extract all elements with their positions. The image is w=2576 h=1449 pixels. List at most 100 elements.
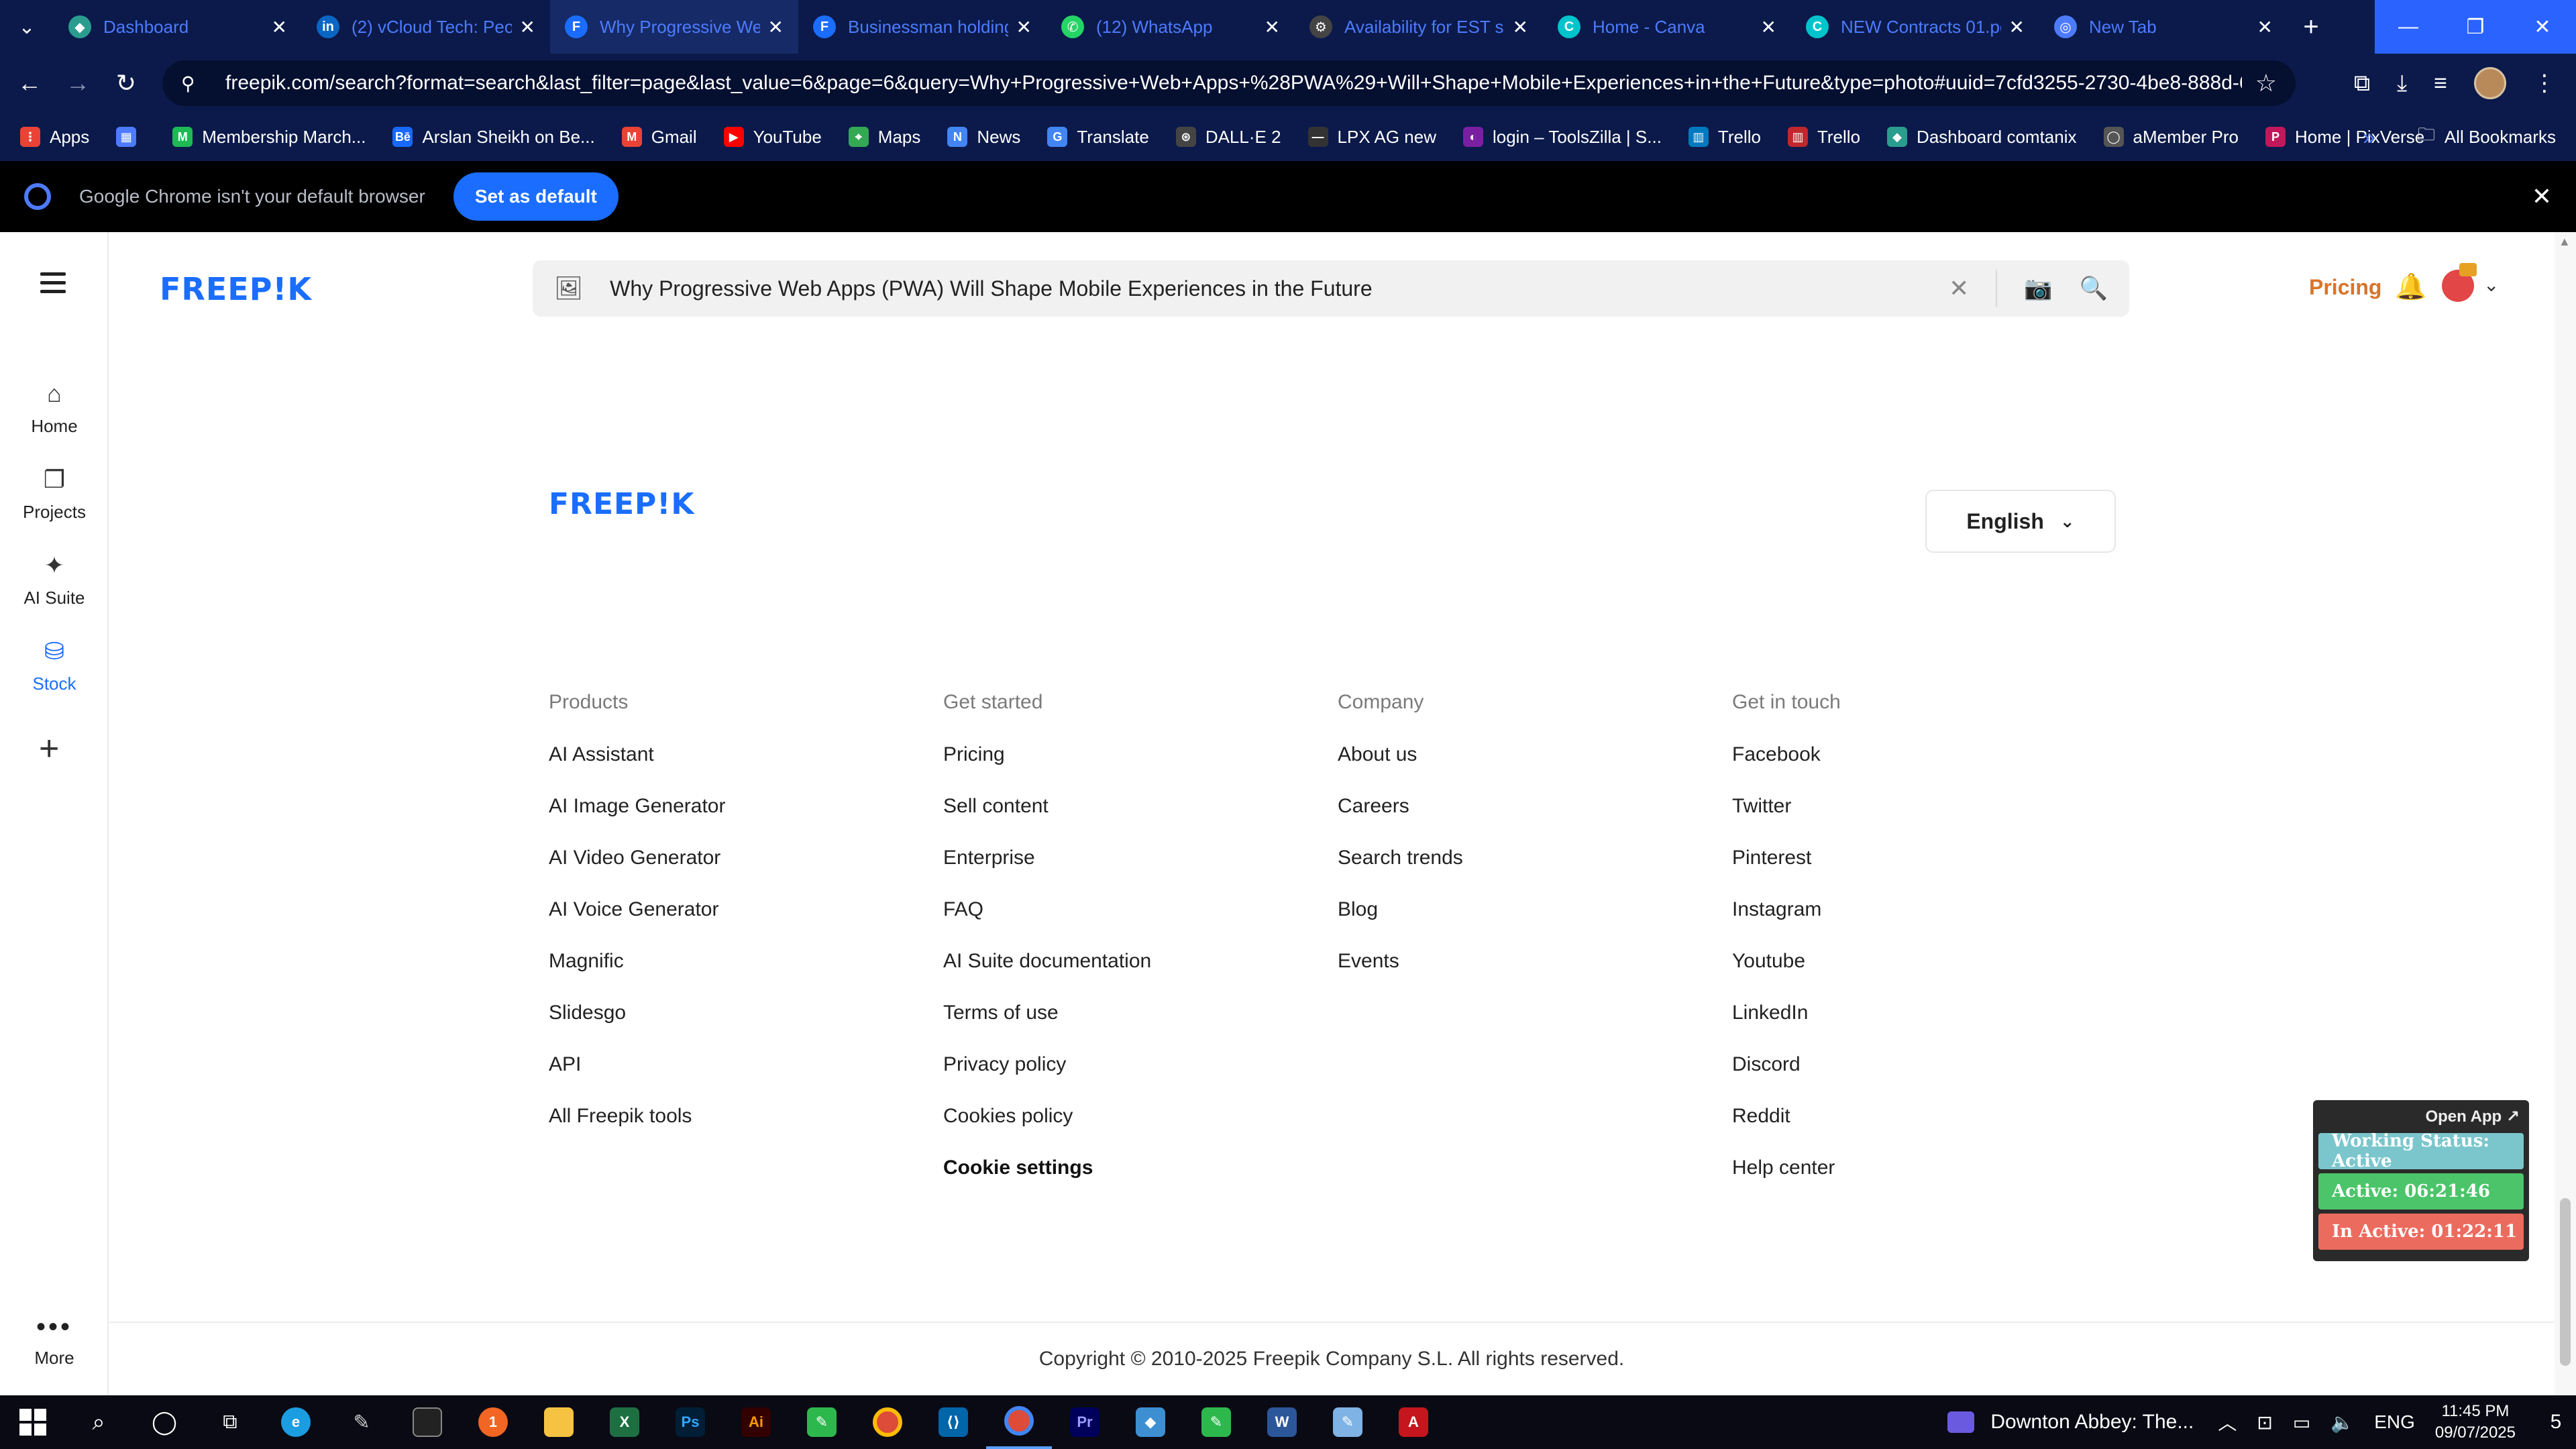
footer-link[interactable]: Blog <box>1338 898 1463 950</box>
bookmark-item[interactable]: ◐ login – ToolsZilla | S... <box>1462 127 1662 148</box>
bookmark-item[interactable]: ▥ Trello <box>1688 127 1761 148</box>
browser-tab[interactable]: C Home - Canva ✕ <box>1543 0 1791 54</box>
pricing-link[interactable]: Pricing <box>2309 275 2381 300</box>
menu-icon[interactable] <box>40 272 66 299</box>
set-default-button[interactable]: Set as default <box>453 172 619 221</box>
sidebar-more[interactable]: ••• More <box>0 1312 109 1368</box>
bookmarks-overflow-icon[interactable]: » <box>2363 125 2375 150</box>
open-app-link[interactable]: Open App ↗ <box>2318 1107 2524 1126</box>
footer-link[interactable]: Careers <box>1338 795 1463 847</box>
footer-link[interactable]: AI Video Generator <box>549 847 725 898</box>
chrome-taskbar-icon[interactable] <box>855 1395 920 1449</box>
footer-link[interactable]: Enterprise <box>943 847 1151 898</box>
cortana-icon[interactable]: ◯ <box>131 1395 197 1449</box>
tray-chevron-icon[interactable]: ︿ <box>2218 1409 2237 1436</box>
camera-search-icon[interactable]: 📷 <box>2024 275 2052 302</box>
search-input[interactable]: Why Progressive Web Apps (PWA) Will Shap… <box>610 276 1949 301</box>
browser-tab[interactable]: C NEW Contracts 01.pd ✕ <box>1791 0 2039 54</box>
excel-icon[interactable]: X <box>592 1395 657 1449</box>
back-icon[interactable]: ← <box>5 69 54 97</box>
clock[interactable]: 11:45 PM 09/07/2025 <box>2435 1401 2516 1444</box>
tab-close-icon[interactable]: ✕ <box>1265 16 1280 38</box>
task-view-icon[interactable]: ⧉ <box>197 1395 263 1449</box>
notification-center-icon[interactable]: 5 <box>2536 1411 2576 1434</box>
site-info-icon[interactable]: ⚲ <box>181 72 208 95</box>
address-bar[interactable]: ⚲ freepik.com/search?format=search&last_… <box>162 60 2296 106</box>
word-icon[interactable]: W <box>1249 1395 1315 1449</box>
green-app-icon[interactable]: ✎ <box>789 1395 855 1449</box>
footer-link[interactable]: Pinterest <box>1732 847 1841 898</box>
bookmark-item[interactable]: Bē Arslan Sheikh on Be... <box>392 127 595 148</box>
vscode-icon[interactable]: ⟨⟩ <box>920 1395 986 1449</box>
tab-close-icon[interactable]: ✕ <box>520 16 535 38</box>
footer-link[interactable]: Youtube <box>1732 950 1841 1002</box>
search-bar[interactable]: 🖼 Why Progressive Web Apps (PWA) Will Sh… <box>533 260 2129 317</box>
green-pen-icon[interactable]: ✎ <box>1183 1395 1249 1449</box>
footer-link[interactable]: AI Assistant <box>549 743 725 795</box>
bookmark-item[interactable]: G Translate <box>1047 127 1149 148</box>
sidebar-item-stock[interactable]: ⛁ Stock <box>0 637 109 694</box>
forward-icon[interactable]: → <box>54 69 102 97</box>
new-tab-button[interactable]: + <box>2288 12 2334 42</box>
premiere-icon[interactable]: Pr <box>1052 1395 1118 1449</box>
terminal-icon[interactable] <box>394 1395 460 1449</box>
tab-close-icon[interactable]: ✕ <box>1761 16 1776 38</box>
footer-link[interactable]: AI Suite documentation <box>943 950 1151 1002</box>
meet-now-icon[interactable]: ⊡ <box>2257 1411 2272 1434</box>
footer-link[interactable]: Twitter <box>1732 795 1841 847</box>
bookmark-item[interactable]: M Gmail <box>621 127 697 148</box>
downloads-icon[interactable]: ⤓ <box>2397 70 2407 97</box>
notes-icon[interactable]: ✎ <box>1315 1395 1381 1449</box>
bookmark-item[interactable]: ◆ Dashboard comtanix <box>1887 127 2077 148</box>
footer-link[interactable]: Help center <box>1732 1157 1841 1208</box>
bookmark-item[interactable]: N News <box>947 127 1020 148</box>
network-icon[interactable]: ▭ <box>2293 1411 2310 1434</box>
illustrator-icon[interactable]: Ai <box>723 1395 789 1449</box>
sidebar-item-projects[interactable]: ❐ Projects <box>0 466 109 523</box>
bookmark-item[interactable]: ▥ Trello <box>1787 127 1860 148</box>
bookmark-item[interactable]: ⋮ Apps <box>20 127 89 148</box>
footer-logo[interactable]: FREEP!K <box>549 487 694 521</box>
search-icon[interactable]: 🔍 <box>2080 275 2108 302</box>
footer-link[interactable]: Reddit <box>1732 1105 1841 1157</box>
footer-link[interactable]: FAQ <box>943 898 1151 950</box>
chrome-active-icon[interactable] <box>986 1395 1052 1449</box>
tab-close-icon[interactable]: ✕ <box>768 16 784 38</box>
footer-link[interactable]: Cookie settings <box>943 1157 1151 1208</box>
close-window-icon[interactable]: ✕ <box>2509 0 2576 54</box>
tab-close-icon[interactable]: ✕ <box>272 16 287 38</box>
footer-link[interactable]: Pricing <box>943 743 1151 795</box>
bookmark-star-icon[interactable]: ☆ <box>2255 69 2277 97</box>
scroll-up-icon[interactable]: ▲ <box>2559 235 2571 249</box>
image-type-icon[interactable]: 🖼 <box>554 275 583 302</box>
footer-link[interactable]: API <box>549 1053 725 1105</box>
bookmark-item[interactable]: ◯ aMember Pro <box>2103 127 2239 148</box>
footer-link[interactable]: Instagram <box>1732 898 1841 950</box>
file-explorer-icon[interactable] <box>526 1395 592 1449</box>
reload-icon[interactable]: ↻ <box>102 69 150 97</box>
freepik-logo[interactable]: FREEP!K <box>160 271 312 307</box>
pen-icon[interactable]: ✎ <box>329 1395 394 1449</box>
footer-link[interactable]: Slidesgo <box>549 1002 725 1053</box>
bookmark-item[interactable]: ▦ <box>116 127 146 147</box>
restore-icon[interactable]: ❐ <box>2442 0 2509 54</box>
language-selector[interactable]: English ⌄ <box>1925 490 2116 553</box>
scrollbar-thumb[interactable] <box>2560 1198 2571 1366</box>
tab-close-icon[interactable]: ✕ <box>1016 16 1032 38</box>
chrome-menu-icon[interactable]: ⋮ <box>2533 70 2556 97</box>
footer-link[interactable]: All Freepik tools <box>549 1105 725 1157</box>
photoshop-icon[interactable]: Ps <box>657 1395 723 1449</box>
browser-tab[interactable]: F Why Progressive Wel ✕ <box>550 0 798 54</box>
tab-close-icon[interactable]: ✕ <box>1513 16 1528 38</box>
bookmark-item[interactable]: — LPX AG new <box>1307 127 1436 148</box>
clear-search-icon[interactable]: ✕ <box>1949 274 1969 303</box>
volume-icon[interactable]: 🔈 <box>2330 1411 2354 1434</box>
infobar-close-icon[interactable]: ✕ <box>2532 182 2552 211</box>
tab-close-icon[interactable]: ✕ <box>2257 16 2273 38</box>
all-bookmarks-button[interactable]: 🗀 All Bookmarks <box>2418 122 2556 152</box>
browser-tab[interactable]: ◆ Dashboard ✕ <box>54 0 302 54</box>
footer-link[interactable]: LinkedIn <box>1732 1002 1841 1053</box>
sidebar-item-ai-suite[interactable]: ✦ AI Suite <box>0 551 109 608</box>
footer-link[interactable]: Events <box>1338 950 1463 1002</box>
browser-tab[interactable]: F Businessman holding ✕ <box>798 0 1046 54</box>
